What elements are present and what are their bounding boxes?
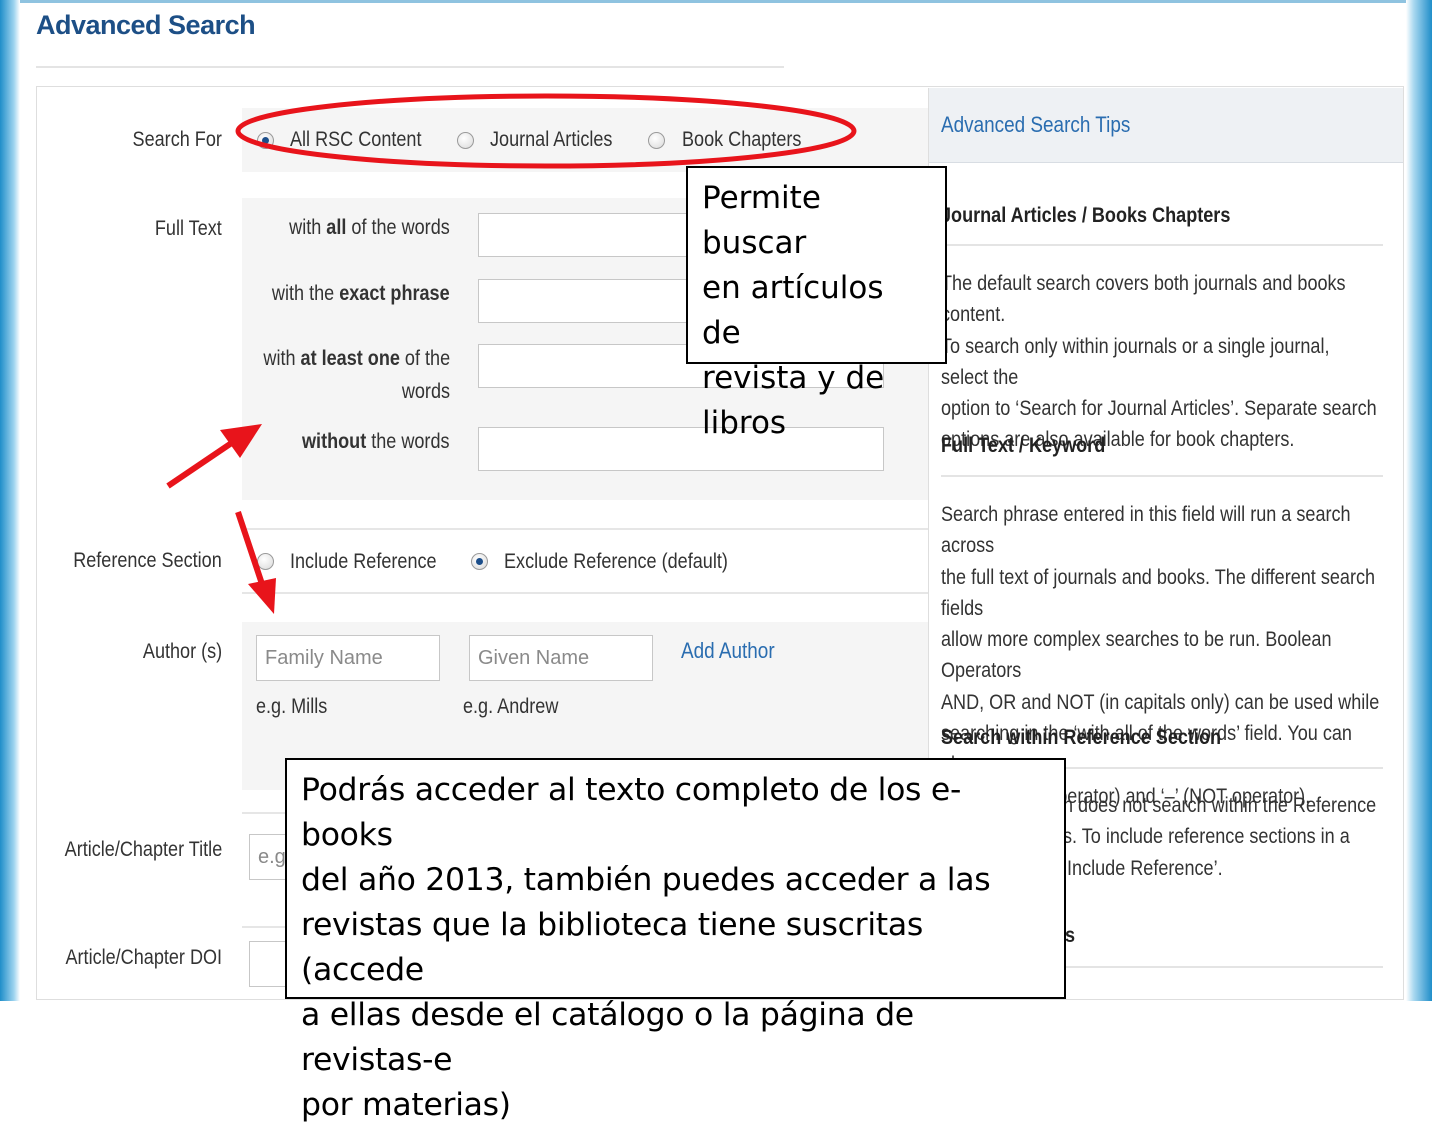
divider-reference xyxy=(242,528,928,530)
tip-text-reference-section: h does not search within the Reference s… xyxy=(1063,794,1377,880)
radio-include-reference[interactable] xyxy=(257,553,274,570)
tip-heading-reference-section: Search within Reference Section xyxy=(941,726,1222,749)
at-least-one-label-line2: words xyxy=(401,380,450,403)
tip-heading-journals-books: Journal Articles / Books Chapters xyxy=(941,204,1231,227)
left-decor-stripe xyxy=(0,0,20,1001)
option-book-chapters-label[interactable]: Book Chapters xyxy=(682,128,801,152)
tip-heading-full-text: Full Text / Keyword xyxy=(941,434,1106,457)
tips-header-title: Advanced Search Tips xyxy=(941,112,1131,137)
given-name-example: e.g. Andrew xyxy=(463,695,559,718)
tip-heading-partial: s xyxy=(1065,924,1076,947)
full-text-label: Full Text xyxy=(155,217,222,240)
exact-phrase-label: with the exact phrase xyxy=(272,282,450,305)
callout-search-scope: Permite buscar en artículos de revista y… xyxy=(686,166,947,441)
right-decor-stripe xyxy=(1406,0,1432,1001)
family-name-input[interactable] xyxy=(256,635,440,681)
radio-all-rsc-content[interactable] xyxy=(257,132,274,149)
article-doi-label: Article/Chapter DOI xyxy=(65,946,222,969)
option-all-rsc-content-label[interactable]: All RSC Content xyxy=(290,128,421,152)
option-exclude-reference-label[interactable]: Exclude Reference (default) xyxy=(504,550,728,574)
add-author-link[interactable]: Add Author xyxy=(681,638,775,664)
option-include-reference-label[interactable]: Include Reference xyxy=(290,550,437,574)
callout-ebooks-access: Podrás acceder al texto completo de los … xyxy=(285,758,1066,1123)
without-words-label: without the words xyxy=(302,430,450,453)
divider-reference-bottom xyxy=(242,592,928,594)
search-for-label: Search For xyxy=(132,128,222,151)
radio-book-chapters[interactable] xyxy=(648,132,665,149)
tip-rule-2 xyxy=(941,475,1383,477)
reference-section-label: Reference Section xyxy=(73,549,222,572)
author-label: Author (s) xyxy=(142,640,222,663)
tip-rule-1 xyxy=(941,244,1383,246)
article-title-label: Article/Chapter Title xyxy=(64,838,222,861)
at-least-one-label: with at least one of the xyxy=(263,347,450,370)
tips-header: Advanced Search Tips xyxy=(929,88,1403,163)
given-name-input[interactable] xyxy=(469,635,653,681)
tip-text-journals-books: The default search covers both journals … xyxy=(941,272,1377,452)
family-name-example: e.g. Mills xyxy=(256,695,328,718)
all-words-label: with all of the words xyxy=(289,216,450,239)
page-title: Advanced Search xyxy=(36,10,256,40)
option-journal-articles-label[interactable]: Journal Articles xyxy=(490,128,612,152)
radio-journal-articles[interactable] xyxy=(457,132,474,149)
title-divider xyxy=(36,66,784,68)
top-border-line xyxy=(20,0,1406,3)
radio-exclude-reference[interactable] xyxy=(471,553,488,570)
